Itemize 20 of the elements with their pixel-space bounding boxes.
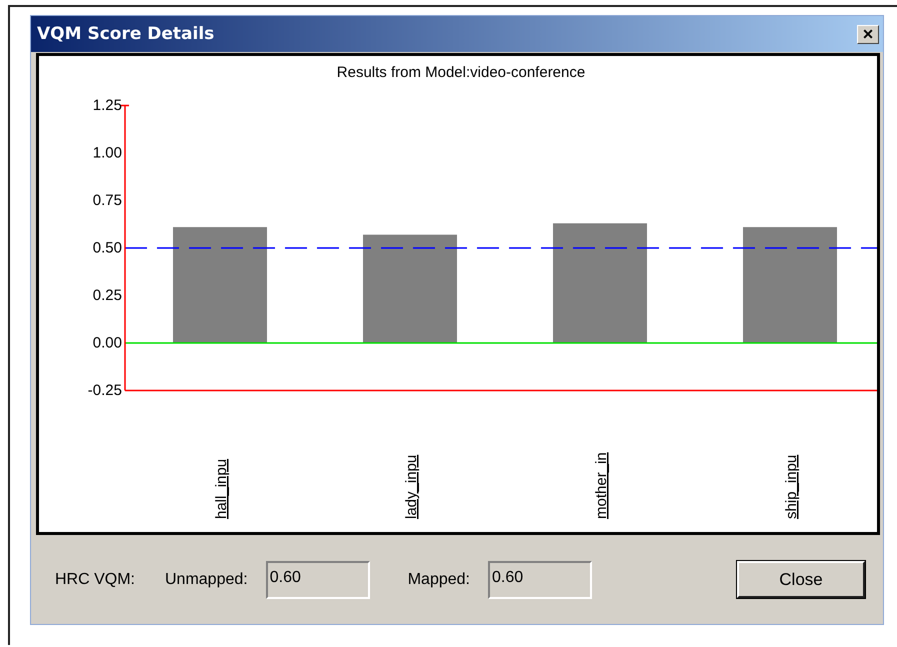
y-tick-label: 1.00	[92, 144, 122, 162]
y-tick-label: -0.25	[88, 382, 122, 399]
unmapped-field[interactable]: 0.60	[266, 560, 370, 598]
mapped-label: Mapped:	[408, 570, 470, 588]
y-tick-label: 0.25	[92, 287, 122, 304]
category-label: mother_in	[593, 452, 610, 519]
unmapped-label: Unmapped:	[165, 570, 248, 588]
y-tick-label: 0.00	[92, 334, 122, 352]
y-tick-label: 0.50	[92, 240, 122, 256]
category-label: lady_inpu	[403, 454, 420, 519]
close-button[interactable]: Close	[737, 561, 865, 598]
mapped-field[interactable]: 0.60	[488, 560, 592, 598]
chart-title: Results from Model:video-conference	[336, 64, 586, 81]
y-tick-label: 0.75	[92, 192, 122, 209]
category-label: ship_inpu	[783, 454, 800, 519]
window-title: VQM Score Details	[37, 24, 214, 44]
close-button[interactable]: ×	[857, 24, 879, 44]
y-tick-label: 1.25	[92, 97, 122, 114]
category-label: hall_inpu	[213, 458, 230, 519]
hrc-vqm-label: HRC VQM:	[55, 570, 135, 588]
